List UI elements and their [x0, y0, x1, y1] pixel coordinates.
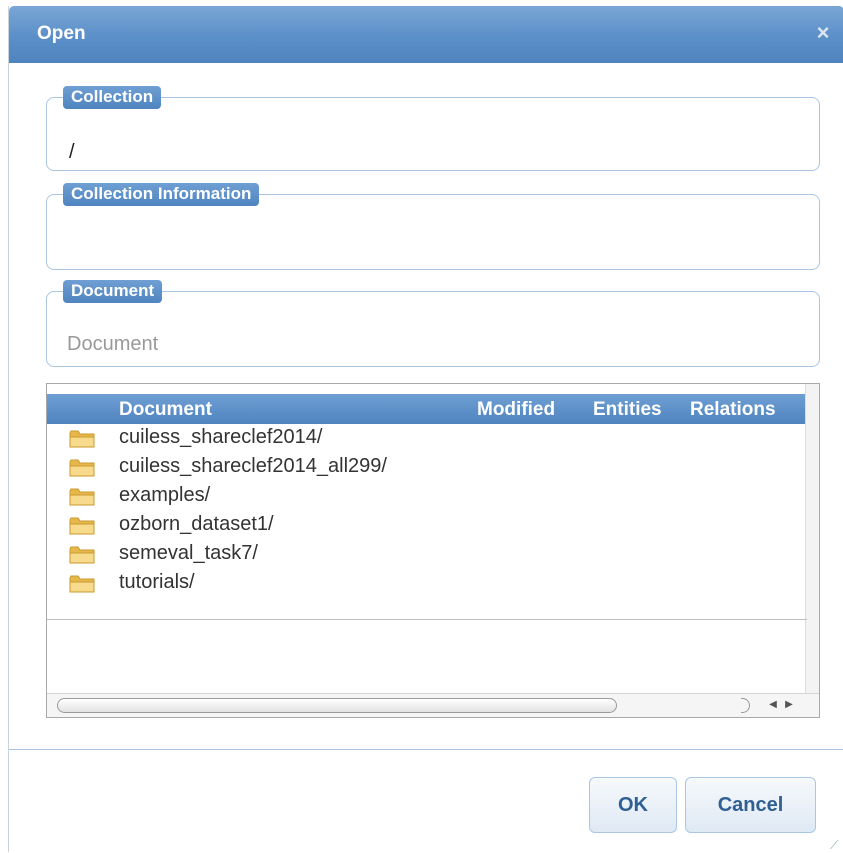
file-list-rows: cuiless_shareclef2014/ cuiless_shareclef…	[47, 424, 807, 598]
list-item[interactable]: semeval_task7/	[47, 540, 807, 569]
column-header-entities[interactable]: Entities	[593, 399, 662, 421]
folder-icon	[69, 517, 95, 535]
list-item[interactable]: ozborn_dataset1/	[47, 511, 807, 540]
column-header-document[interactable]: Document	[119, 399, 212, 421]
folder-icon	[69, 430, 95, 448]
document-legend: Document	[63, 280, 163, 303]
horizontal-scrollbar[interactable]: ◀ ▶	[47, 693, 819, 717]
collection-path: /	[69, 141, 75, 163]
list-divider	[47, 619, 807, 620]
folder-name: examples/	[119, 484, 211, 506]
file-list: Document Modified Entities Relations cui…	[46, 383, 820, 718]
collection-info-fieldset: Collection Information	[46, 183, 820, 270]
collection-legend: Collection	[63, 86, 162, 109]
ok-button[interactable]: OK	[589, 777, 677, 833]
file-list-header: Document Modified Entities Relations	[47, 394, 807, 424]
document-input[interactable]	[65, 327, 789, 361]
footer-divider	[9, 749, 843, 750]
collection-info-legend: Collection Information	[63, 183, 260, 206]
folder-name: tutorials/	[119, 571, 195, 593]
dialog-titlebar[interactable]: Open ×	[9, 6, 843, 63]
open-dialog: Open × Collection / Collection Informati…	[8, 6, 843, 852]
folder-name: semeval_task7/	[119, 542, 258, 564]
list-item[interactable]: examples/	[47, 482, 807, 511]
folder-icon	[69, 546, 95, 564]
list-item[interactable]: cuiless_shareclef2014/	[47, 424, 807, 453]
resize-grip-icon[interactable]: ⟋	[830, 838, 842, 852]
folder-name: ozborn_dataset1/	[119, 513, 274, 535]
folder-name: cuiless_shareclef2014_all299/	[119, 455, 387, 477]
dialog-title: Open	[37, 23, 86, 44]
scroll-right-arrow-icon[interactable]: ▶	[781, 697, 797, 713]
folder-name: cuiless_shareclef2014/	[119, 426, 323, 448]
vertical-scrollbar[interactable]	[805, 384, 819, 696]
folder-icon	[69, 488, 95, 506]
document-fieldset: Document	[46, 280, 820, 367]
list-item[interactable]: cuiless_shareclef2014_all299/	[47, 453, 807, 482]
close-icon[interactable]: ×	[812, 22, 834, 44]
cancel-button[interactable]: Cancel	[685, 777, 816, 833]
folder-icon	[69, 575, 95, 593]
scroll-left-arrow-icon[interactable]: ◀	[765, 697, 781, 713]
column-header-modified[interactable]: Modified	[477, 399, 555, 421]
column-header-relations[interactable]: Relations	[690, 399, 776, 421]
list-item[interactable]: tutorials/	[47, 569, 807, 598]
collection-fieldset: Collection /	[46, 86, 820, 171]
horizontal-scroll-thumb[interactable]	[57, 698, 617, 713]
folder-icon	[69, 459, 95, 477]
horizontal-scroll-track-end	[741, 698, 750, 713]
